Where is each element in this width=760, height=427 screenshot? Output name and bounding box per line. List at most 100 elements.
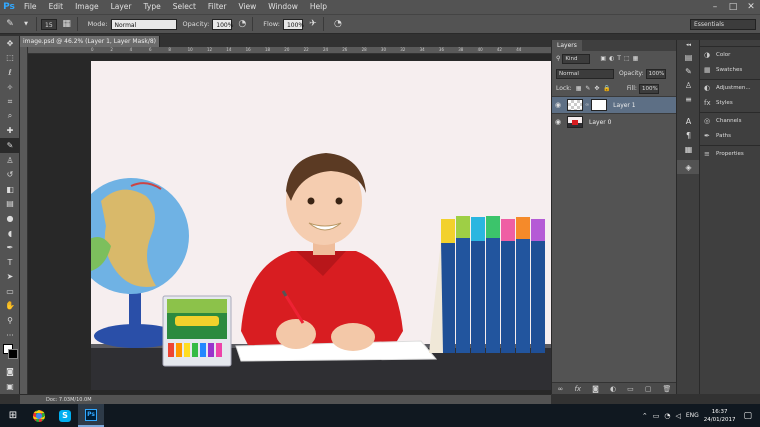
battery-icon[interactable]: ▭: [653, 412, 660, 420]
type-tool-icon[interactable]: T: [0, 255, 20, 270]
tool-presets-icon[interactable]: ▦: [677, 142, 700, 156]
panel-styles[interactable]: fx Styles: [700, 95, 760, 110]
document-tab[interactable]: image.psd @ 46.2% (Layer 1, Layer Mask/8…: [20, 36, 160, 56]
airbrush-icon[interactable]: ✈: [307, 18, 319, 30]
chrome-icon[interactable]: [26, 404, 52, 427]
new-group-icon[interactable]: ▭: [627, 385, 634, 393]
quick-mask-icon[interactable]: ◙: [0, 364, 20, 379]
layer-name[interactable]: Layer 0: [589, 119, 611, 126]
windows-start-icon[interactable]: ⊞: [0, 404, 26, 427]
skype-icon[interactable]: S: [52, 404, 78, 427]
brush-tool-icon[interactable]: ✎: [0, 138, 20, 153]
chevron-down-icon[interactable]: ▼: [20, 18, 32, 30]
fill-input[interactable]: 100%: [638, 83, 659, 94]
menu-help[interactable]: Help: [304, 0, 333, 14]
background-color-swatch[interactable]: [8, 349, 18, 360]
eye-icon[interactable]: ◉: [552, 118, 564, 126]
menu-window[interactable]: Window: [262, 0, 304, 14]
lasso-tool-icon[interactable]: ℓ: [0, 65, 20, 80]
blur-tool-icon[interactable]: ●: [0, 211, 20, 226]
workspace-select[interactable]: Essentials: [690, 19, 756, 30]
blend-mode-select[interactable]: Normal: [556, 68, 614, 79]
path-select-tool-icon[interactable]: ➤: [0, 270, 20, 285]
panel-color[interactable]: ◑ Color: [700, 47, 760, 62]
layer-name[interactable]: Layer 1: [613, 102, 635, 109]
history-brush-tool-icon[interactable]: ↺: [0, 167, 20, 182]
clone-source-icon[interactable]: ♙: [677, 78, 700, 92]
add-mask-icon[interactable]: ◙: [592, 385, 599, 393]
clock[interactable]: 16:37 24/01/2017: [704, 408, 736, 424]
hand-tool-icon[interactable]: ✋: [0, 299, 20, 314]
notifications-icon[interactable]: ▢: [743, 411, 752, 421]
menu-select[interactable]: Select: [167, 0, 202, 14]
quick-select-tool-icon[interactable]: ✧: [0, 80, 20, 95]
crop-tool-icon[interactable]: ⌗: [0, 94, 20, 109]
adjustment-layer-icon[interactable]: ◐: [610, 385, 616, 393]
layer-opacity-input[interactable]: 100%: [645, 68, 666, 79]
pressure-size-icon[interactable]: ◔: [332, 18, 344, 30]
layer-mask-thumbnail[interactable]: [591, 99, 608, 111]
gradient-tool-icon[interactable]: ▤: [0, 197, 20, 212]
maximize-button[interactable]: □: [724, 0, 742, 14]
fx-icon[interactable]: fx: [574, 385, 581, 393]
new-layer-icon[interactable]: ▢: [645, 385, 652, 393]
healing-tool-icon[interactable]: ✚: [0, 124, 20, 139]
panel-adjustments[interactable]: ◐ Adjustmen...: [700, 80, 760, 95]
brush-settings-icon[interactable]: ✎: [677, 64, 700, 78]
marquee-tool-icon[interactable]: ⬚: [0, 51, 20, 66]
volume-icon[interactable]: ◁: [675, 412, 680, 420]
brush-panel-icon[interactable]: ▦: [61, 18, 73, 30]
collapse-icon[interactable]: ◂◂: [677, 40, 700, 50]
brush-size-preset[interactable]: 15: [41, 18, 57, 30]
lock-icons[interactable]: ▦✎✥🔒: [576, 85, 615, 92]
screen-mode-icon[interactable]: ▣: [0, 379, 20, 394]
menu-filter[interactable]: Filter: [202, 0, 233, 14]
history-icon[interactable]: ▤: [677, 50, 700, 64]
document-canvas[interactable]: [91, 61, 551, 390]
flow-input[interactable]: 100%: [282, 18, 304, 30]
menu-layer[interactable]: Layer: [105, 0, 138, 14]
menu-file[interactable]: File: [18, 0, 43, 14]
panel-paths[interactable]: ✒ Paths: [700, 128, 760, 143]
eyedropper-tool-icon[interactable]: ⌕: [0, 109, 20, 124]
link-icon[interactable]: ∞: [585, 102, 589, 108]
panel-channels[interactable]: ◎ Channels: [700, 113, 760, 128]
panel-swatches[interactable]: ▦ Swatches: [700, 62, 760, 77]
trash-icon[interactable]: 🗑: [663, 385, 672, 393]
kind-filter-select[interactable]: Kind: [562, 53, 591, 64]
filter-icons[interactable]: ▣◐T⬚▦: [600, 55, 641, 62]
paragraph-icon[interactable]: ¶: [677, 128, 700, 142]
move-tool-icon[interactable]: ✥: [0, 36, 20, 51]
brush-tool-icon[interactable]: ✎: [4, 18, 16, 30]
menu-type[interactable]: Type: [138, 0, 167, 14]
pen-tool-icon[interactable]: ✒: [0, 240, 20, 255]
panel-properties[interactable]: ≡ Properties: [700, 146, 760, 161]
more-tools-icon[interactable]: ···: [0, 328, 20, 343]
tab-layers[interactable]: Layers: [552, 40, 582, 51]
menu-view[interactable]: View: [232, 0, 262, 14]
character-icon[interactable]: A: [677, 114, 700, 128]
dodge-tool-icon[interactable]: ◖: [0, 226, 20, 241]
photoshop-taskbar-icon[interactable]: Ps: [78, 404, 104, 427]
opacity-input[interactable]: 100%: [212, 18, 233, 30]
close-button[interactable]: ✕: [742, 0, 760, 14]
layer-row-layer-0[interactable]: ◉ Layer 0: [552, 113, 676, 130]
layers-stack-icon[interactable]: ◈: [677, 160, 700, 174]
properties-icon[interactable]: ≡: [677, 92, 700, 106]
eraser-tool-icon[interactable]: ◧: [0, 182, 20, 197]
clone-stamp-tool-icon[interactable]: ♙: [0, 153, 20, 168]
layer-row-layer-1[interactable]: ◉ ∞ Layer 1: [552, 96, 676, 113]
shape-tool-icon[interactable]: ▭: [0, 284, 20, 299]
language-indicator[interactable]: ENG: [686, 412, 699, 419]
eye-icon[interactable]: ◉: [552, 101, 564, 109]
link-layers-icon[interactable]: ∞: [558, 385, 564, 393]
zoom-tool-icon[interactable]: ⚲: [0, 313, 20, 328]
menu-edit[interactable]: Edit: [43, 0, 70, 14]
mode-select[interactable]: Normal: [110, 18, 177, 30]
minimize-button[interactable]: –: [706, 0, 724, 14]
chevron-up-icon[interactable]: ⌃: [642, 412, 648, 420]
color-swatches[interactable]: [0, 342, 19, 364]
menu-image[interactable]: Image: [69, 0, 105, 14]
pressure-opacity-icon[interactable]: ◔: [236, 18, 248, 30]
network-icon[interactable]: ◔: [664, 412, 670, 420]
